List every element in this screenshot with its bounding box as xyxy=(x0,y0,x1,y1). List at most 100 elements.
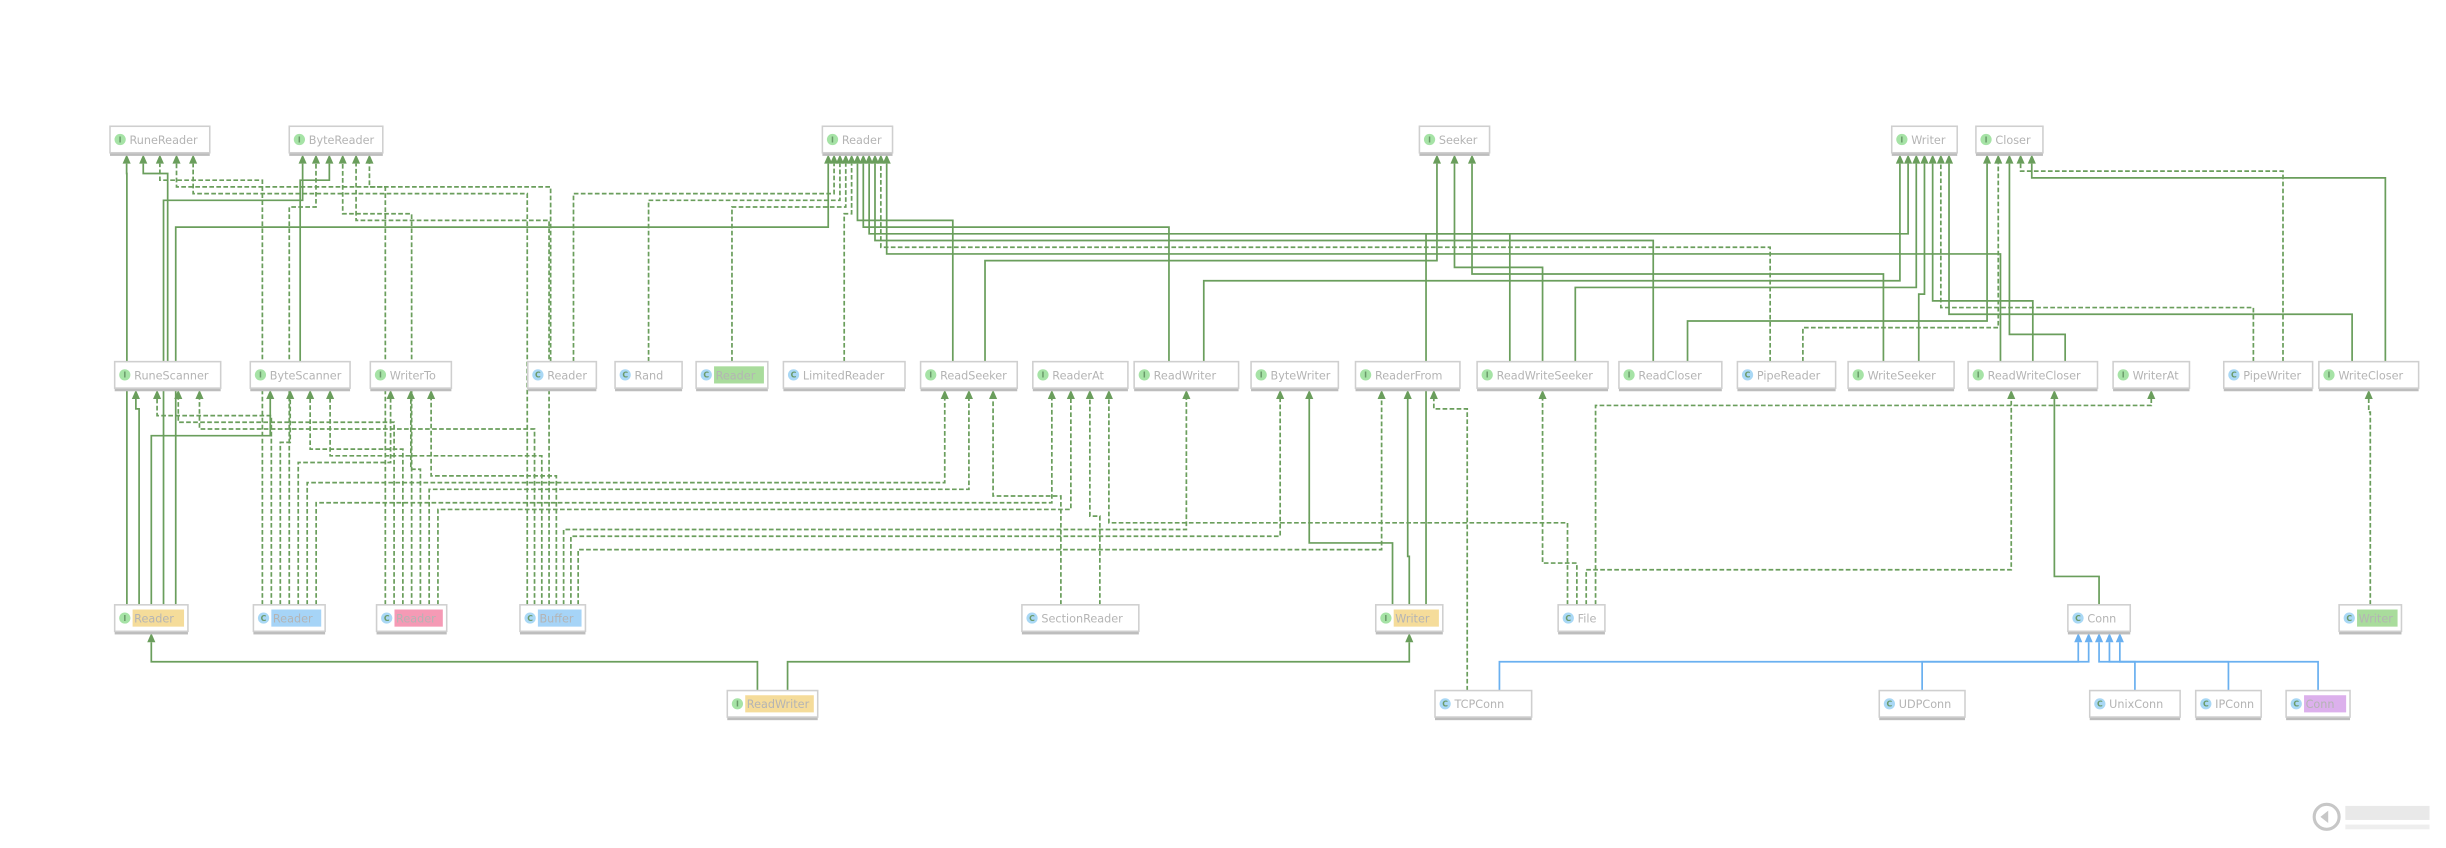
node-WriteSeeker[interactable]: I WriteSeeker xyxy=(1847,360,1955,392)
node-label: RuneReader xyxy=(129,134,198,147)
node-PipeReader[interactable]: C PipeReader xyxy=(1736,360,1837,392)
node-WriterAt[interactable]: I WriterAt xyxy=(2112,360,2191,392)
node-ReaderFrom[interactable]: I ReaderFrom xyxy=(1354,360,1461,392)
node-WriteCloser[interactable]: I WriteCloser xyxy=(2318,360,2420,392)
node-label: Reader xyxy=(134,612,174,625)
node-RuneReader[interactable]: I RuneReader xyxy=(109,125,211,156)
inheritance-edge-IReadWriterYellow-to-IReaderYellow xyxy=(150,642,759,691)
inheritance-edge-ReadWriter-to-Writer xyxy=(1202,163,1901,362)
inheritance-edge-IPConn-to-Conn xyxy=(2108,642,2230,691)
node-Seeker[interactable]: I Seeker xyxy=(1418,125,1491,156)
node-kind-letter: I xyxy=(1364,371,1367,380)
node-label: ReaderFrom xyxy=(1375,369,1442,382)
node-kind-letter: I xyxy=(1428,135,1431,144)
inheritance-edge-PipeWriter-to-Closer xyxy=(2019,163,2284,362)
inheritance-edge-TCPConn-to-Conn xyxy=(1498,642,2080,691)
node-CWriterGreen[interactable]: C Writer xyxy=(2338,604,2403,635)
node-label: ReadWriter xyxy=(747,698,810,711)
node-IReader[interactable]: I Reader xyxy=(821,125,894,156)
inheritance-edge-CReaderBlue-to-RuneScanner xyxy=(156,399,273,605)
inheritance-edge-IReadWriterYellow-to-IWriterYellow xyxy=(786,642,1411,691)
inheritance-edge-IWriterYellow-to-ReaderFrom xyxy=(1406,399,1411,605)
node-ReadWriter[interactable]: I ReadWriter xyxy=(1133,360,1240,392)
node-IWriterYellow[interactable]: I Writer xyxy=(1374,604,1444,635)
node-kind-letter: C xyxy=(622,371,628,380)
inheritance-edge-CWriterGreen-to-WriteCloser xyxy=(2367,399,2372,605)
inheritance-edge-PipeReader-to-IReader xyxy=(879,163,1772,362)
node-kind-letter: I xyxy=(379,371,382,380)
node-label: WriterTo xyxy=(390,369,436,382)
node-kind-letter: C xyxy=(2346,614,2352,623)
node-CReaderGreen[interactable]: C Reader xyxy=(695,360,769,392)
node-label: Buffer xyxy=(539,612,573,625)
node-Closer[interactable]: I Closer xyxy=(1975,125,2044,156)
node-ReaderAt[interactable]: I ReaderAt xyxy=(1032,360,1129,392)
node-RuneScanner[interactable]: I RuneScanner xyxy=(113,360,222,392)
node-ByteReader[interactable]: I ByteReader xyxy=(288,125,384,156)
node-ByteWriter[interactable]: I ByteWriter xyxy=(1250,360,1340,392)
node-Rand[interactable]: C Rand xyxy=(614,360,683,392)
node-Writer[interactable]: I Writer xyxy=(1890,125,1958,156)
node-kind-letter: C xyxy=(1565,614,1571,623)
node-PipeWriter[interactable]: C PipeWriter xyxy=(2222,360,2314,392)
node-LimitedReader[interactable]: C LimitedReader xyxy=(782,360,906,392)
inheritance-edge-File-to-ReadWriteCloser xyxy=(1585,399,2013,605)
node-SectionReader[interactable]: C SectionReader xyxy=(1021,604,1140,635)
node-IReaderYellow[interactable]: I Reader xyxy=(113,604,189,635)
inheritance-edge-SectionReader-to-ReaderAt xyxy=(1089,399,1101,605)
node-kind-letter: I xyxy=(298,135,301,144)
node-IReadWriterYellow[interactable]: I ReadWriter xyxy=(726,689,819,721)
node-ReadCloser[interactable]: I ReadCloser xyxy=(1618,360,1723,392)
node-kind-letter: C xyxy=(791,371,797,380)
node-IPConn[interactable]: C IPConn xyxy=(2194,689,2262,721)
node-CReaderBlue[interactable]: C Reader xyxy=(252,604,326,635)
node-Conn[interactable]: C Conn xyxy=(2067,604,2132,635)
node-kind-letter: C xyxy=(1442,700,1448,709)
node-kind-letter: C xyxy=(535,371,541,380)
node-label: File xyxy=(1578,612,1597,625)
inheritance-edge-ReadWriteCloser-to-IReader xyxy=(885,163,2002,362)
node-CReaderMid[interactable]: C Reader xyxy=(526,360,598,392)
inheritance-edge-IReaderYellow-to-ByteScanner xyxy=(150,399,272,605)
node-label: ByteWriter xyxy=(1271,369,1331,382)
node-UnixConn[interactable]: C UnixConn xyxy=(2088,689,2181,721)
node-kind-letter: C xyxy=(384,614,390,623)
node-label: PipeWriter xyxy=(2243,369,2301,382)
inheritance-edge-ReadWriteCloser-to-Closer xyxy=(2008,163,2067,362)
node-CReaderPink[interactable]: C Reader xyxy=(375,604,448,635)
node-kind-letter: I xyxy=(736,700,739,709)
node-label: ReadWriteSeeker xyxy=(1497,369,1594,382)
inheritance-edge-File-to-WriterAt xyxy=(1594,399,2153,605)
node-WriterTo[interactable]: I WriterTo xyxy=(369,360,453,392)
inheritance-edge-ReadCloser-to-IReader xyxy=(874,163,1655,362)
node-label: WriterAt xyxy=(2133,369,2180,382)
node-ByteScanner[interactable]: I ByteScanner xyxy=(249,360,351,392)
node-TCPConn[interactable]: C TCPConn xyxy=(1434,689,1533,721)
node-Buffer[interactable]: C Buffer xyxy=(519,604,587,635)
inheritance-edge-IReaderYellow-to-RuneScanner xyxy=(135,399,140,605)
node-kind-letter: C xyxy=(703,371,709,380)
watermark-text-block xyxy=(2345,805,2430,820)
node-label: Reader xyxy=(842,134,882,147)
node-kind-letter: I xyxy=(119,135,122,144)
node-kind-letter: I xyxy=(123,614,126,623)
node-kind-letter: C xyxy=(2097,700,2103,709)
node-ReadSeeker[interactable]: I ReadSeeker xyxy=(919,360,1019,392)
node-kind-letter: I xyxy=(2122,371,2125,380)
node-kind-letter: I xyxy=(1977,371,1980,380)
node-kind-letter: I xyxy=(1042,371,1045,380)
node-kind-letter: C xyxy=(2203,700,2209,709)
node-label: Conn xyxy=(2087,612,2116,625)
node-label: Conn xyxy=(2306,698,2335,711)
node-ReadWriteSeeker[interactable]: I ReadWriteSeeker xyxy=(1476,360,1609,392)
inheritance-edge-ReadWriteCloser-to-Writer xyxy=(1931,163,2034,362)
node-CConnPurple[interactable]: C Conn xyxy=(2285,689,2351,721)
node-label: RuneScanner xyxy=(134,369,209,382)
node-File[interactable]: C File xyxy=(1557,604,1606,635)
node-label: SectionReader xyxy=(1041,612,1123,625)
inheritance-edge-UnixConn-to-Conn xyxy=(2098,642,2136,691)
inheritance-edge-CReaderBlue-to-ReaderAt xyxy=(315,399,1053,605)
node-kind-letter: I xyxy=(123,371,126,380)
node-ReadWriteCloser[interactable]: I ReadWriteCloser xyxy=(1967,360,2099,392)
node-UDPConn[interactable]: C UDPConn xyxy=(1878,689,1966,721)
